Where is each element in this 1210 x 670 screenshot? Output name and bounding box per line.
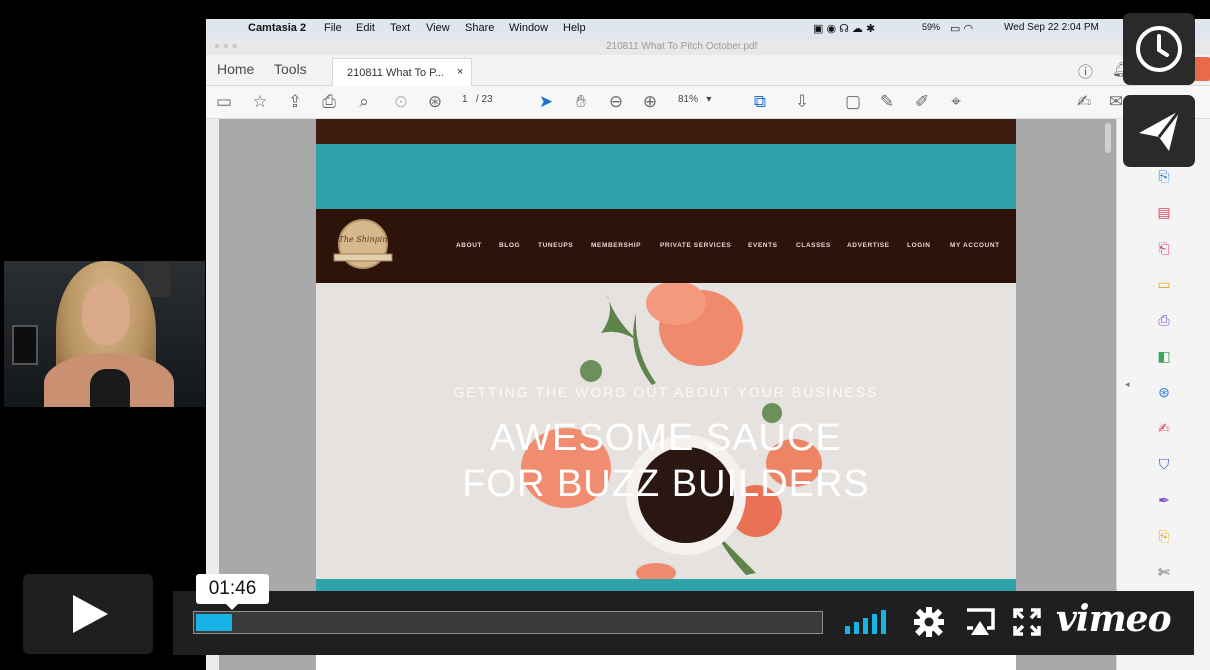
document-tab-label: 210811 What To P... [347,67,445,79]
status-icons: ▣ ◉ ☊ ☁ ✱ [813,23,876,35]
page-top-bar [316,119,1016,144]
page-teal-banner [316,144,1016,209]
webcam-feed [4,261,205,407]
battery-icon: ▭ ◠ [950,23,974,35]
compare-files-icon[interactable]: ◧ [1153,345,1175,367]
menu-file[interactable]: File [324,22,342,34]
acrobat-header: Home Tools 210811 What To P... × ⓘ 🔔︎ [206,55,1210,86]
highlight-icon[interactable]: ✐ [910,90,934,114]
window-controls[interactable]: ● ● ● [214,41,238,52]
close-tab-icon[interactable]: × [457,66,463,78]
menu-text[interactable]: Text [390,22,410,34]
print-icon[interactable]: ⎙ [317,90,341,114]
menu-app-name[interactable]: Camtasia 2 [248,22,306,34]
scroll-mode-icon[interactable]: ⇩ [790,90,814,114]
protect-icon[interactable]: ⛉ [1153,453,1175,475]
volume-icon[interactable] [845,610,891,634]
nav-events[interactable]: EVENTS [748,242,778,249]
battery-level: 59% [922,22,941,32]
send-for-signature-icon[interactable]: ✒ [1153,489,1175,511]
progress-played [196,614,232,631]
hero-headline-line2: FOR BUZZ BUILDERS [462,463,870,505]
pdf-viewport[interactable]: The Shinpin ABOUT BLOG TUNEUPS MEMBERSHI… [219,119,1116,670]
pencil-icon[interactable]: ✎ [875,90,899,114]
organize-pages-icon[interactable]: ▤ [1153,201,1175,223]
menu-window[interactable]: Window [509,22,548,34]
optimize-pdf-icon[interactable]: ⊛ [1153,381,1175,403]
nav-private-services[interactable]: PRIVATE SERVICES [660,242,731,249]
acrobat-toolbar: ▭ ☆ ⇪ ⎙ ⌕ ⊙ ⊛ 1 / 23 ➤ ✋︎ ⊖ ⊕ 81% ▾ ⧉ ⇩ … [206,86,1210,119]
save-icon[interactable]: ▭ [212,90,236,114]
document-tab[interactable]: 210811 What To P... × [332,58,472,86]
prepare-form-icon[interactable]: ⎘ [1153,525,1175,547]
time-tooltip: 01:46 [196,574,269,610]
hand-tool-icon[interactable]: ✋︎ [569,90,593,114]
nav-login[interactable]: LOGIN [907,242,931,249]
create-pdf-icon[interactable]: ⎘ [1153,165,1175,187]
airplay-icon[interactable] [964,607,996,637]
hero-headline-line1: AWESOME SAUCE [490,417,842,459]
mac-menubar: Camtasia 2 File Edit Text View Share Win… [206,19,1210,39]
play-button[interactable] [23,574,153,654]
zoom-out-icon[interactable]: ⊖ [604,90,628,114]
site-logo: The Shinpin [333,219,393,269]
collapse-pane-icon[interactable]: ◂ [1125,379,1130,390]
next-page-icon[interactable]: ⊛ [423,90,447,114]
search-icon[interactable]: ⌕ [352,90,376,114]
share-button[interactable] [1123,95,1195,167]
fill-sign-icon[interactable]: ✍︎ [1153,417,1175,439]
window-title: 210811 What To Pitch October.pdf [606,41,758,52]
play-icon [73,595,108,633]
menubar-clock: Wed Sep 22 2:04 PM [1004,22,1099,33]
export-pdf-icon[interactable]: ⎗ [1153,237,1175,259]
scan-ocr-icon[interactable]: ⎙ [1153,309,1175,331]
send-icon [1139,110,1181,151]
menu-share[interactable]: Share [465,22,494,34]
menu-help[interactable]: Help [563,22,586,34]
menu-edit[interactable]: Edit [356,22,375,34]
vimeo-logo[interactable]: vimeo [1056,598,1172,640]
comment-tool-icon[interactable]: ▭ [1153,273,1175,295]
page-indicator[interactable]: 1 / 23 [462,94,493,105]
nav-tuneups[interactable]: TUNEUPS [538,242,573,249]
help-icon[interactable]: ⓘ [1078,61,1093,82]
page-view-icon[interactable]: ⧉ [748,90,772,114]
site-navbar: The Shinpin ABOUT BLOG TUNEUPS MEMBERSHI… [316,209,1016,283]
pdf-page: The Shinpin ABOUT BLOG TUNEUPS MEMBERSHI… [316,119,1016,670]
vertical-scrollbar[interactable] [1105,123,1111,153]
tools-tab[interactable]: Tools [274,61,307,77]
hero-section: GETTING THE WORD OUT ABOUT YOUR BUSINESS… [316,283,1016,579]
more-tools-icon[interactable]: ✄ [1153,561,1175,583]
nav-classes[interactable]: CLASSES [796,242,831,249]
nav-blog[interactable]: BLOG [499,242,520,249]
clock-icon [1136,26,1182,72]
home-tab[interactable]: Home [217,61,254,77]
bookmark-star-icon[interactable]: ☆ [248,90,272,114]
sign-icon[interactable]: ✍︎ [1072,90,1096,114]
tools-pane: ◂ ⎘ ▤ ⎗ ▭ ⎙ ◧ ⊛ ✍︎ ⛉ ✒ ⎘ ✄ [1116,119,1210,670]
hero-tagline: GETTING THE WORD OUT ABOUT YOUR BUSINESS [453,384,879,400]
select-cursor-icon[interactable]: ➤ [534,90,558,114]
fullscreen-icon[interactable] [1013,608,1041,636]
comment-icon[interactable]: ▢ [841,90,865,114]
recorded-screen: Camtasia 2 File Edit Text View Share Win… [206,19,1210,670]
zoom-level[interactable]: 81% ▾ [678,94,711,105]
progress-bar[interactable] [193,611,823,634]
window-titlebar: ● ● ● 210811 What To Pitch October.pdf [206,39,1210,55]
nav-advertise[interactable]: ADVERTISE [847,242,890,249]
nav-membership[interactable]: MEMBERSHIP [591,242,641,249]
upload-icon[interactable]: ⇪ [283,90,307,114]
previous-page-icon[interactable]: ⊙ [389,90,413,114]
zoom-in-icon[interactable]: ⊕ [638,90,662,114]
settings-icon[interactable] [913,606,945,638]
nav-about[interactable]: ABOUT [456,242,482,249]
menu-view[interactable]: View [426,22,450,34]
logo-text: The Shinpin [339,235,388,244]
stamp-icon[interactable]: ⌖ [944,90,968,114]
watch-later-button[interactable] [1123,13,1195,85]
nav-my-account[interactable]: MY ACCOUNT [950,242,1000,249]
